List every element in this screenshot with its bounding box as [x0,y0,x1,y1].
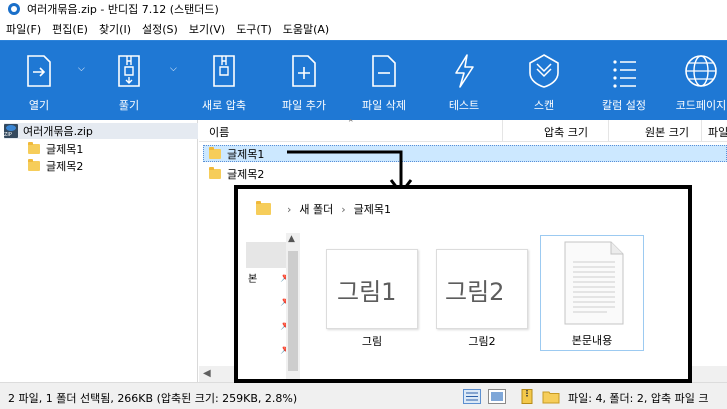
scroll-up-icon[interactable]: ▲ [288,234,295,244]
text-document-icon [564,241,624,325]
breadcrumb: › 새 폴더 › 글제목1 [256,199,391,219]
document-item[interactable]: 본문내용 [540,235,644,351]
thumbnail-label: 그림2 [468,335,496,348]
document-label: 본문내용 [571,334,613,347]
folder-icon [256,201,271,215]
handwritten-sketch: 그림2 [445,278,504,306]
breadcrumb-item[interactable]: 새 폴더 [299,201,333,217]
sketch-text: 그림2 [445,278,504,306]
sketch-text: 그림1 [337,278,396,306]
image-thumbnail[interactable]: 그림2 [436,249,528,329]
image-thumbnail[interactable]: 그림1 [326,249,418,329]
chevron-right-icon: › [341,202,346,216]
folder-preview-panel: › 새 폴더 › 글제목1 본 📌 📌 📌 📌 ▲ 그림1 그림 그 [234,185,692,383]
scrollbar-thumb[interactable] [288,251,298,371]
breadcrumb-item[interactable]: 글제목1 [354,201,391,217]
chevron-right-icon: › [287,202,292,216]
navigation-pane-header [246,242,286,268]
handwritten-sketch: 그림1 [337,278,396,306]
thumbnail-label: 그림 [361,335,383,348]
app-window: 여러개묶음.zip - 반디집 7.12 (스탠더드) 파일(F) 편집(E) … [0,0,727,409]
vertical-scrollbar[interactable]: ▲ [286,233,300,379]
nav-item-label[interactable]: 본 [248,270,257,285]
